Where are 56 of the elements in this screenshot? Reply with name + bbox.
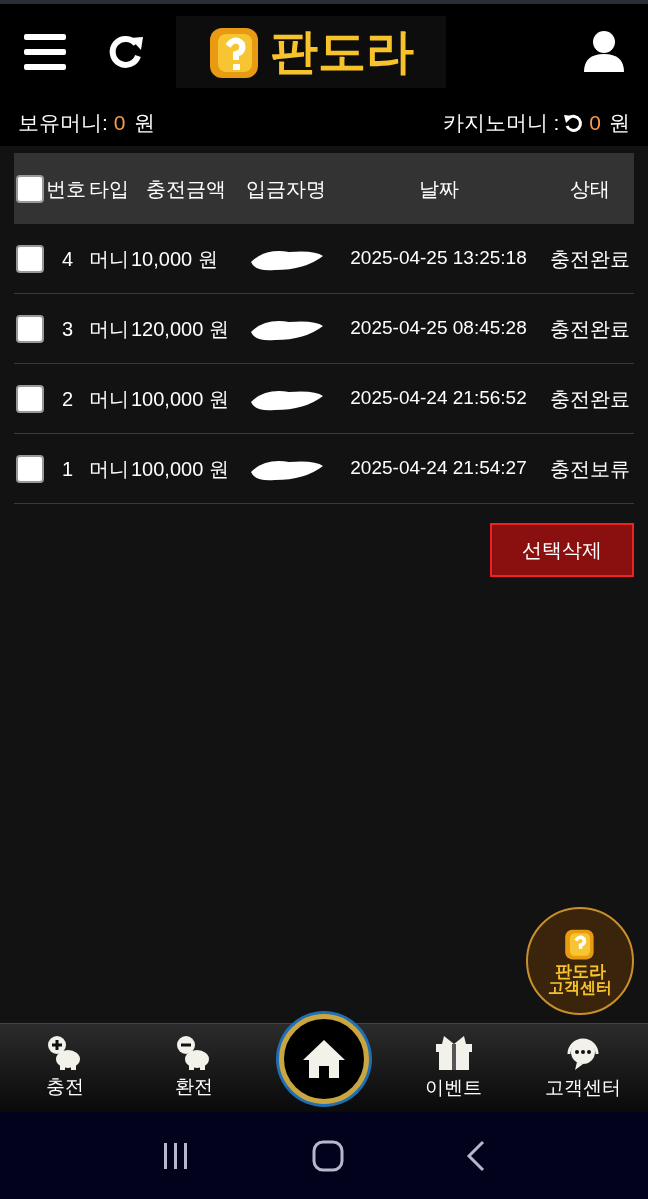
column-header: 상태 <box>570 176 610 202</box>
delete-selected-button[interactable]: 선택삭제 <box>490 523 634 577</box>
table-cell-text: 충전완료 <box>550 246 630 272</box>
table-cell-text: 2025-04-25 08:45:28 <box>350 316 527 341</box>
table-cell-text: 100,000 원 <box>131 386 229 412</box>
table-cell-text: 100,000 원 <box>131 456 229 482</box>
table-cell-text: 2 <box>61 386 74 412</box>
table-cell-text: 2025-04-25 13:25:18 <box>350 246 527 271</box>
nav-item[interactable]: 고객센터 <box>545 1033 622 1103</box>
currency-unit: 원 <box>609 110 630 137</box>
table-cell-text: 1 <box>61 456 74 482</box>
checkbox[interactable] <box>16 314 44 343</box>
table-cell-text: 머니 <box>89 316 129 342</box>
balance-value: 0 <box>113 110 126 137</box>
refresh-icon[interactable] <box>108 34 144 70</box>
currency-unit: 원 <box>133 110 155 137</box>
logo-text: 판도라 <box>270 28 414 76</box>
gift-icon <box>433 1033 474 1072</box>
checkbox[interactable] <box>16 454 44 483</box>
table-cell-text: 충전완료 <box>550 316 630 342</box>
checkbox[interactable] <box>16 174 44 203</box>
refresh-icon[interactable] <box>563 113 584 133</box>
piggy-bank-plus-icon <box>46 1034 83 1071</box>
column-header: 타입 <box>89 176 129 202</box>
table-cell-text: 충전보류 <box>550 456 630 482</box>
menu-icon[interactable] <box>24 34 66 70</box>
table-cell-text: 10,000 원 <box>131 246 218 272</box>
home-icon <box>301 1038 347 1080</box>
column-header: 입금자명 <box>246 176 326 202</box>
home-button[interactable] <box>279 1014 369 1104</box>
column-header: 번호 <box>46 176 86 202</box>
casino-balance-label: 카지노머니 : <box>442 110 560 137</box>
table-cell-text: 2025-04-24 21:56:52 <box>350 386 527 411</box>
checkbox[interactable] <box>16 384 44 413</box>
badge-title: 판도라 <box>554 962 606 980</box>
badge-subtitle: 고객센터 <box>548 979 612 996</box>
nav-item[interactable]: 충전 <box>45 1034 84 1102</box>
support-badge[interactable]: 판도라 고객센터 <box>526 907 634 1015</box>
table-cell-text: 충전완료 <box>550 386 630 412</box>
column-header: 날짜 <box>418 176 459 202</box>
column-header: 충전금액 <box>146 176 226 202</box>
table-cell-text: 머니 <box>89 246 129 272</box>
checkbox[interactable] <box>16 244 44 273</box>
nav-item[interactable]: 환전 <box>175 1034 214 1102</box>
logo[interactable]: 판도라 <box>176 16 446 88</box>
casino-balance-value: 0 <box>589 110 601 137</box>
home-button-icon[interactable] <box>312 1139 344 1172</box>
balance-label: 보유머니: <box>18 110 108 137</box>
table-cell-text: 120,000 원 <box>131 316 229 342</box>
table-cell-text: 머니 <box>89 456 129 482</box>
nav-item[interactable]: 이벤트 <box>425 1033 483 1103</box>
table-cell-text: 2025-04-24 21:54:27 <box>350 456 527 481</box>
table-cell-text: 3 <box>61 316 74 342</box>
user-icon[interactable] <box>584 30 624 74</box>
table-cell-text: 머니 <box>89 386 129 412</box>
table-cell-text: 4 <box>61 246 74 272</box>
